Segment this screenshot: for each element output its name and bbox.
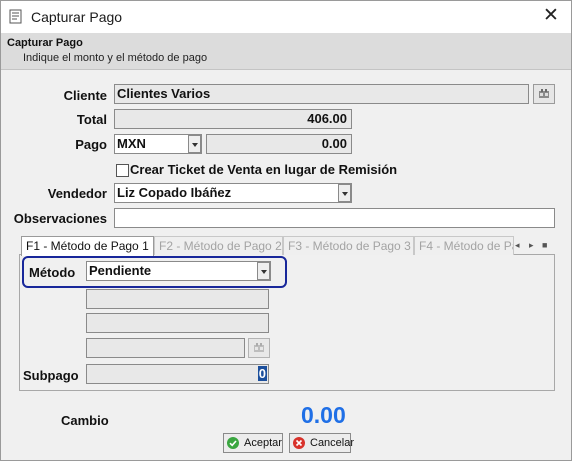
cancel-label: Cancelar: [310, 437, 355, 449]
total-field: 406.00: [114, 109, 352, 129]
payment-detail-field-1: [86, 289, 269, 309]
search-icon: [539, 89, 549, 98]
receipt-icon: [9, 9, 22, 24]
tab-metodo-pago-3[interactable]: F3 - Método de Pago 3: [283, 236, 414, 255]
vendedor-select[interactable]: Liz Copado Ibáñez: [114, 183, 352, 203]
check-icon: [227, 437, 239, 449]
subpago-label: Subpago: [23, 368, 79, 383]
accept-label: Aceptar: [244, 437, 282, 449]
close-button[interactable]: ✕: [537, 5, 565, 29]
cliente-label: Cliente: [63, 88, 107, 103]
pago-amount-field[interactable]: 0.00: [206, 134, 352, 154]
observaciones-field[interactable]: [114, 208, 555, 228]
tab-menu-icon[interactable]: ■: [542, 240, 547, 250]
tab-metodo-pago-1[interactable]: F1 - Método de Pago 1: [21, 236, 154, 256]
search-icon: [254, 343, 264, 352]
total-label: Total: [76, 112, 107, 127]
header-title: Capturar Pago: [7, 37, 83, 49]
tab-metodo-pago-4[interactable]: F4 - Método de Pago 4: [414, 236, 514, 255]
metodo-label: Método: [29, 265, 76, 280]
ticket-checkbox-label[interactable]: Crear Ticket de Venta en lugar de Remisi…: [130, 162, 397, 177]
ticket-checkbox[interactable]: [116, 164, 129, 177]
payment-detail-field-3: [86, 338, 245, 358]
observaciones-label: Observaciones: [13, 211, 107, 226]
vendedor-dropdown-button[interactable]: [338, 184, 351, 202]
dialog-window: Capturar Pago ✕ Capturar Pago Indique el…: [0, 0, 572, 461]
metodo-dropdown-button[interactable]: [257, 262, 270, 280]
close-icon: ✕: [543, 5, 559, 26]
tab-metodo-pago-2[interactable]: F2 - Método de Pago 2: [154, 236, 283, 255]
title-bar: Capturar Pago ✕: [1, 1, 571, 33]
search-client-button[interactable]: [533, 84, 555, 104]
header-subtitle: Indique el monto y el método de pago: [23, 52, 208, 64]
pago-label: Pago: [75, 137, 107, 152]
tab-scroll-left-icon[interactable]: ◂: [515, 240, 520, 251]
currency-dropdown-button[interactable]: [188, 135, 201, 153]
window-title: Capturar Pago: [31, 9, 123, 25]
cambio-value: 0.00: [301, 402, 346, 428]
cancel-icon: [293, 437, 305, 449]
payment-detail-search-button[interactable]: [248, 338, 270, 358]
subpago-field[interactable]: 0: [86, 364, 269, 384]
vendedor-label: Vendedor: [47, 186, 107, 201]
subpago-value: 0: [257, 366, 267, 381]
cambio-label: Cambio: [61, 413, 109, 428]
dialog-header: Capturar Pago Indique el monto y el méto…: [1, 33, 571, 70]
cancel-button[interactable]: Cancelar: [289, 433, 355, 453]
tab-scroll-right-icon[interactable]: ▸: [529, 240, 534, 251]
cliente-field[interactable]: Clientes Varios: [114, 84, 529, 104]
accept-button[interactable]: Aceptar: [223, 433, 283, 453]
payment-detail-field-2: [86, 313, 269, 333]
metodo-select[interactable]: Pendiente: [86, 261, 271, 281]
